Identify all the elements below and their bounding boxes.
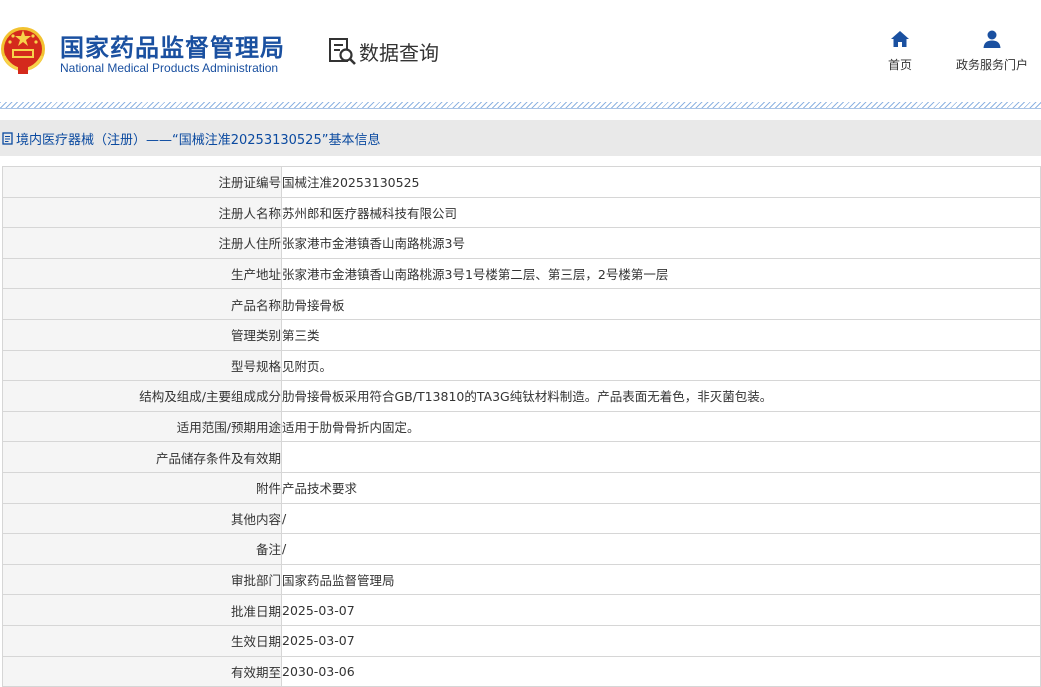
row-label: 备注 [2,533,282,565]
row-value: 见附页。 [281,349,1041,382]
row-value: 张家港市金港镇香山南路桃源3号1号楼第二层、第三层，2号楼第一层 [281,257,1041,290]
row-value: 国家药品监督管理局 [281,563,1041,596]
row-value: 产品技术要求 [281,471,1041,504]
nav-home[interactable]: 首页 [884,29,916,73]
table-row: 生产地址 张家港市金港镇香山南路桃源3号1号楼第二层、第三层，2号楼第一层 [2,257,1041,290]
table-row: 管理类别 第三类 [2,318,1041,351]
row-label: 有效期至 [2,655,282,687]
nav-service-portal[interactable]: 政务服务门户 [950,29,1034,73]
row-label: 生产地址 [2,257,282,290]
table-row: 注册人住所 张家港市金港镇香山南路桃源3号 [2,227,1041,259]
row-value [281,441,1041,473]
document-icon [2,131,13,145]
registration-info-table: 注册证编号 国械注准20253130525 注册人名称 苏州郎和医疗器械科技有限公司… [2,166,1041,687]
agency-name-en: National Medical Products Administration [60,61,279,75]
row-label: 产品名称 [2,288,282,320]
table-row: 产品储存条件及有效期 [2,441,1041,473]
site-header: 国家药品监督管理局 National Medical Products Admi… [0,0,1041,102]
home-icon [891,31,909,47]
table-row: 批准日期 2025-03-07 [2,594,1041,626]
row-label: 生效日期 [2,624,282,657]
row-value: 张家港市金港镇香山南路桃源3号 [281,227,1041,259]
row-label: 管理类别 [2,318,282,351]
table-row: 适用范围/预期用途 适用于肋骨骨折内固定。 [2,410,1041,443]
nav-home-label: 首页 [887,58,912,72]
search-document-icon [329,38,356,65]
row-label: 注册人名称 [2,196,282,229]
table-row: 备注 / [2,533,1041,565]
row-label: 结构及组成/主要组成成分 [2,380,282,412]
data-query-heading: 数据查询 [327,36,439,66]
row-label: 附件 [2,471,282,504]
table-row: 审批部门 国家药品监督管理局 [2,563,1041,596]
table-row: 型号规格 见附页。 [2,349,1041,382]
table-row: 结构及组成/主要组成成分 肋骨接骨板采用符合GB/T13810的TA3G纯钛材料制… [2,380,1041,412]
row-value: 国械注准20253130525 [281,166,1041,198]
user-icon [983,30,1001,48]
row-label: 型号规格 [2,349,282,382]
row-value: 适用于肋骨骨折内固定。 [281,410,1041,443]
national-emblem-icon[interactable] [0,22,46,76]
table-row: 注册人名称 苏州郎和医疗器械科技有限公司 [2,196,1041,229]
nav-service-portal-label: 政务服务门户 [955,58,1028,72]
row-label: 审批部门 [2,563,282,596]
row-label: 适用范围/预期用途 [2,410,282,443]
table-row: 注册证编号 国械注准20253130525 [2,166,1041,198]
row-label: 批准日期 [2,594,282,626]
row-value: 2025-03-07 [281,594,1041,626]
row-label: 注册人住所 [2,227,282,259]
header-divider [0,102,1041,109]
table-row: 产品名称 肋骨接骨板 [2,288,1041,320]
table-row: 其他内容 / [2,502,1041,535]
row-value: 第三类 [281,318,1041,351]
table-row: 生效日期 2025-03-07 [2,624,1041,657]
row-label: 注册证编号 [2,166,282,198]
row-label: 产品储存条件及有效期 [2,441,282,473]
row-value: / [281,502,1041,535]
row-value: / [281,533,1041,565]
row-value: 苏州郎和医疗器械科技有限公司 [281,196,1041,229]
row-value: 2025-03-07 [281,624,1041,657]
row-value: 肋骨接骨板 [281,288,1041,320]
agency-name-cn: 国家药品监督管理局 [60,34,285,62]
row-value: 2030-03-06 [281,655,1041,687]
row-value: 肋骨接骨板采用符合GB/T13810的TA3G纯钛材料制造。产品表面无着色，非灭… [281,380,1041,412]
page-title: 境内医疗器械（注册）——“国械注准20253130525”基本信息 [16,132,381,148]
data-query-title: 数据查询 [359,40,439,65]
row-label: 其他内容 [2,502,282,535]
table-row: 有效期至 2030-03-06 [2,655,1041,687]
page-title-bar: 境内医疗器械（注册）——“国械注准20253130525”基本信息 [0,120,1041,156]
table-row: 附件 产品技术要求 [2,471,1041,504]
